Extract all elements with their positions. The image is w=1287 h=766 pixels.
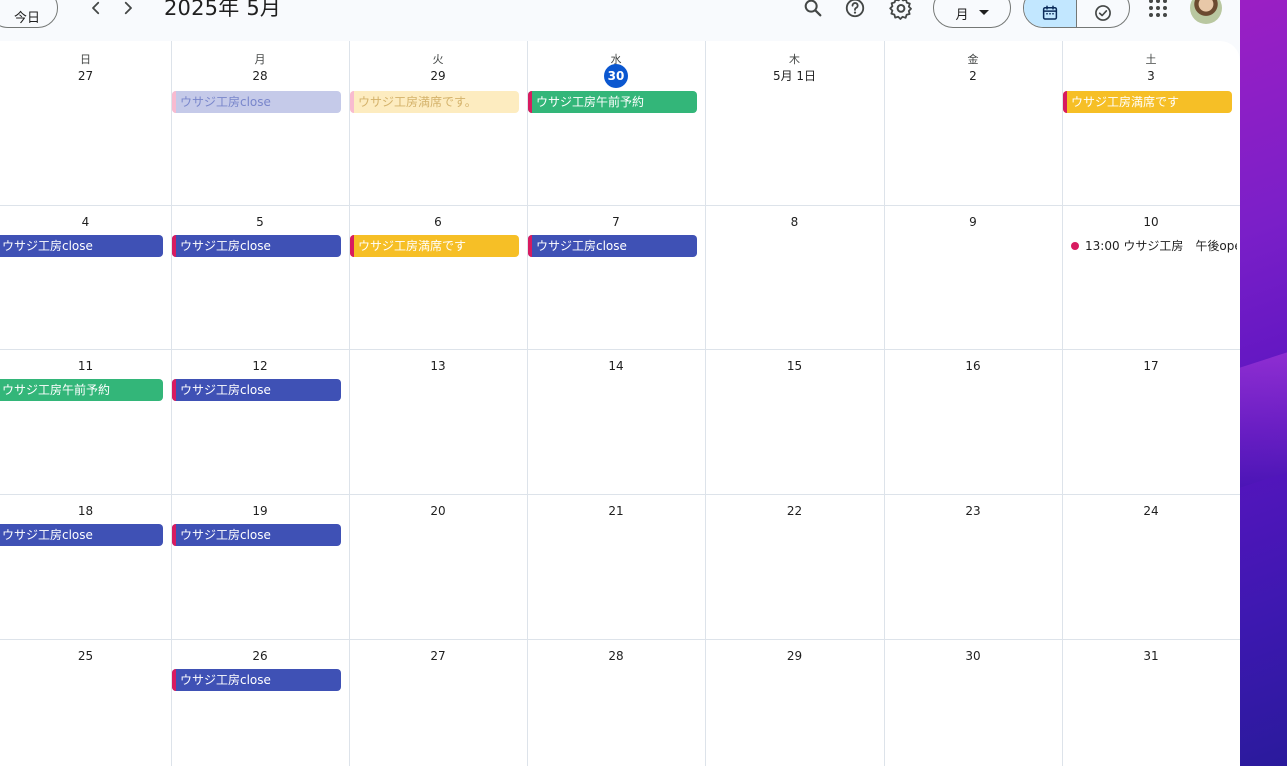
grid-column-divider [349, 41, 350, 766]
search-button[interactable] [799, 0, 827, 22]
grid-row-divider [0, 349, 1240, 350]
day-number[interactable]: 19 [230, 500, 290, 522]
day-number[interactable]: 28 [230, 65, 290, 87]
calendar-event[interactable]: ウサジ工房close [172, 91, 341, 113]
timed-event[interactable]: 13:00 ウサジ工房 午後open [1071, 235, 1237, 257]
day-number[interactable]: 18 [56, 500, 116, 522]
calendar-event[interactable]: ウサジ工房close [528, 235, 697, 257]
day-number[interactable]: 28 [586, 645, 646, 667]
day-number[interactable]: 25 [56, 645, 116, 667]
calendar-event[interactable]: ウサジ工房close [172, 379, 341, 401]
day-number[interactable]: 17 [1121, 355, 1181, 377]
day-number[interactable]: 5 [230, 211, 290, 233]
day-number[interactable]: 26 [230, 645, 290, 667]
grid-row-divider [0, 205, 1240, 206]
day-number[interactable]: 10 [1121, 211, 1181, 233]
calendar-event[interactable]: ウサジ工房午前予約 [0, 379, 163, 401]
grid-column-divider [1062, 41, 1063, 766]
calendar-view-button[interactable] [1024, 0, 1077, 27]
day-number[interactable]: 4 [56, 211, 116, 233]
event-dot-icon [1071, 241, 1079, 250]
day-number[interactable]: 13 [408, 355, 468, 377]
apps-button[interactable] [1144, 0, 1172, 22]
chevron-right-icon [124, 1, 132, 15]
chevron-left-icon [92, 1, 100, 15]
day-number[interactable]: 2 [943, 65, 1003, 87]
calendar-header: 今日 2025年 5月 月 [0, 0, 1240, 40]
day-number[interactable]: 29 [765, 645, 825, 667]
day-number[interactable]: 11 [56, 355, 116, 377]
next-month-button[interactable] [114, 0, 142, 22]
tasks-icon [1095, 5, 1111, 21]
day-number[interactable]: 6 [408, 211, 468, 233]
view-toggle [1023, 0, 1130, 28]
day-number[interactable]: 15 [765, 355, 825, 377]
view-select-label: 月 [955, 7, 969, 23]
day-number[interactable]: 27 [408, 645, 468, 667]
avatar[interactable] [1190, 0, 1222, 24]
desktop-wallpaper [1240, 0, 1287, 766]
search-icon [804, 0, 822, 17]
view-select[interactable]: 月 [933, 0, 1011, 28]
gear-icon [889, 0, 912, 20]
day-number[interactable]: 16 [943, 355, 1003, 377]
calendar-event[interactable]: ウサジ工房満席です [1063, 91, 1232, 113]
today-button-label: 今日 [13, 10, 40, 26]
help-icon [845, 0, 865, 18]
day-number[interactable]: 31 [1121, 645, 1181, 667]
grid-column-divider [884, 41, 885, 766]
calendar-event[interactable]: ウサジ工房満席です [350, 235, 519, 257]
calendar-event[interactable]: ウサジ工房close [172, 235, 341, 257]
today-button[interactable]: 今日 [0, 0, 58, 28]
calendar-view-icon [1042, 5, 1058, 20]
calendar-event[interactable]: ウサジ工房満席です。 [350, 91, 519, 113]
caret-down-icon [978, 10, 989, 15]
month-grid: 日月火水木金土 27 28 29 30 5月 1日 2 3 4 5 6 7 8 9 10 11 12 13 14 15… [0, 41, 1240, 766]
previous-month-button[interactable] [82, 0, 110, 22]
day-number[interactable]: 9 [943, 211, 1003, 233]
calendar-event[interactable]: ウサジ工房close [0, 524, 163, 546]
calendar-event[interactable]: ウサジ工房午前予約 [528, 91, 697, 113]
calendar-event[interactable]: ウサジ工房close [172, 524, 341, 546]
grid-row-divider [0, 639, 1240, 640]
day-number[interactable]: 3 [1121, 65, 1181, 87]
calendar-app: 今日 2025年 5月 月 日 月 火 水 木 金 土 27 28 29 30 … [0, 0, 1240, 766]
help-button[interactable] [841, 0, 869, 22]
day-number[interactable]: 5月 1日 [765, 65, 825, 87]
settings-button[interactable] [887, 0, 915, 22]
day-number[interactable]: 7 [586, 211, 646, 233]
day-number[interactable]: 21 [586, 500, 646, 522]
grid-column-divider [171, 41, 172, 766]
grid-column-divider [705, 41, 706, 766]
day-number[interactable]: 12 [230, 355, 290, 377]
day-number[interactable]: 23 [943, 500, 1003, 522]
tasks-view-button[interactable] [1077, 0, 1129, 27]
calendar-event[interactable]: ウサジ工房close [0, 235, 163, 257]
grid-column-divider [527, 41, 528, 766]
day-number[interactable]: 22 [765, 500, 825, 522]
day-number[interactable]: 14 [586, 355, 646, 377]
today-day-number[interactable]: 30 [604, 64, 628, 88]
day-number[interactable]: 30 [943, 645, 1003, 667]
day-number[interactable]: 20 [408, 500, 468, 522]
apps-icon [1149, 0, 1167, 17]
day-number[interactable]: 29 [408, 65, 468, 87]
page-title: 2025年 5月 [164, 0, 282, 20]
day-number[interactable]: 8 [765, 211, 825, 233]
grid-row-divider [0, 494, 1240, 495]
timed-event-label: 13:00 ウサジ工房 午後open [1085, 239, 1237, 253]
day-number[interactable]: 27 [56, 65, 116, 87]
day-number[interactable]: 24 [1121, 500, 1181, 522]
calendar-event[interactable]: ウサジ工房close [172, 669, 341, 691]
